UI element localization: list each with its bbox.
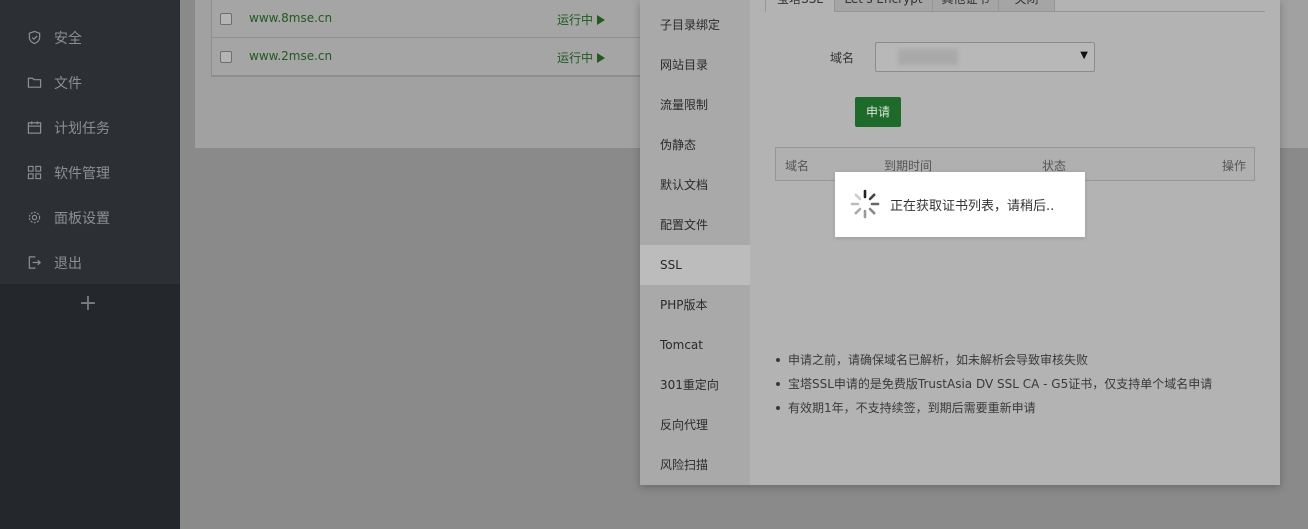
nav-item-reverse-proxy[interactable]: 反向代理 [640,405,750,445]
tab-bt-ssl[interactable]: 宝塔SSL [765,0,835,12]
domain-label: 域名 [830,51,855,65]
apply-button[interactable]: 申请 [855,97,901,127]
play-icon [597,53,606,63]
play-icon [597,15,606,25]
dialog-nav: 子目录绑定 网站目录 流量限制 伪静态 默认文档 配置文件 SSL PHP版本 … [640,0,750,485]
nav-item-risk-scan[interactable]: 风险扫描 [640,445,750,485]
sidebar-item-label: 计划任务 [54,120,110,137]
status-indicator[interactable]: 运行中 [557,11,606,28]
nav-item-traffic-limit[interactable]: 流量限制 [640,85,750,125]
site-settings-dialog: 子目录绑定 网站目录 流量限制 伪静态 默认文档 配置文件 SSL PHP版本 … [640,0,1280,485]
site-table: www.8mse.cn 运行中 www.2mse.cn 运行中 [211,0,651,77]
nav-item-subdir-binding[interactable]: 子目录绑定 [640,5,750,45]
shield-icon [26,30,42,46]
sidebar-item-software[interactable]: 软件管理 [0,150,180,195]
column-header-domain: 域名 [785,159,810,173]
table-row: www.2mse.cn 运行中 [212,38,650,76]
row-checkbox[interactable] [220,13,232,25]
sidebar-item-settings[interactable]: 面板设置 [0,195,180,240]
domain-select[interactable]: ▼ [875,42,1095,72]
logout-icon [26,255,42,271]
caret-down-icon: ▼ [1080,50,1088,61]
spinner-icon [850,189,880,219]
row-checkbox[interactable] [220,51,232,63]
sidebar-footer [0,284,180,529]
status-indicator[interactable]: 运行中 [557,49,606,66]
tab-other-cert[interactable]: 其他证书 [932,0,999,12]
nav-item-rewrite[interactable]: 伪静态 [640,125,750,165]
nav-item-site-dir[interactable]: 网站目录 [640,45,750,85]
gear-icon [26,210,42,226]
sidebar-item-cron[interactable]: 计划任务 [0,105,180,150]
sidebar-item-label: 退出 [54,255,82,272]
sidebar-item-files[interactable]: 文件 [0,60,180,105]
tip-item: 申请之前，请确保域名已解析，如未解析会导致审核失败 [775,350,1255,374]
tab-close-ssl[interactable]: 关闭 [998,0,1055,12]
tips-list: 申请之前，请确保域名已解析，如未解析会导致审核失败 宝塔SSL申请的是免费版Tr… [775,350,1255,422]
table-row: www.8mse.cn 运行中 [212,0,650,38]
sidebar-item-logout[interactable]: 退出 [0,240,180,285]
loading-toast: 正在获取证书列表，请稍后.. [835,172,1085,237]
sidebar-item-label: 安全 [54,30,82,47]
status-label: 运行中 [557,51,594,65]
tab-lets-encrypt[interactable]: Let's Encrypt [834,0,933,12]
sidebar-item-security[interactable]: 安全 [0,15,180,60]
nav-item-default-doc[interactable]: 默认文档 [640,165,750,205]
nav-item-tomcat[interactable]: Tomcat [640,325,750,365]
tip-item: 有效期1年，不支持续签，到期后需要重新申请 [775,398,1255,422]
calendar-icon [26,120,42,136]
ssl-tabs: 宝塔SSL Let's Encrypt 其他证书 关闭 [765,0,1265,12]
sidebar: 安全 文件 计划任务 软件管理 面板设置 退出 + [0,0,180,529]
add-icon[interactable]: + [78,292,98,316]
grid-icon [26,165,42,181]
nav-item-php-version[interactable]: PHP版本 [640,285,750,325]
folder-icon [26,75,42,91]
sidebar-item-label: 文件 [54,75,82,92]
nav-item-ssl[interactable]: SSL [640,245,750,285]
status-label: 运行中 [557,13,594,27]
sidebar-item-label: 面板设置 [54,210,110,227]
nav-item-redirect[interactable]: 301重定向 [640,365,750,405]
tip-item: 宝塔SSL申请的是免费版TrustAsia DV SSL CA - G5证书，仅… [775,374,1255,398]
sidebar-item-label: 软件管理 [54,165,110,182]
site-name-link[interactable]: www.2mse.cn [249,49,332,63]
nav-item-config-file[interactable]: 配置文件 [640,205,750,245]
site-name-link[interactable]: www.8mse.cn [249,11,332,25]
loading-text: 正在获取证书列表，请稍后.. [890,199,1055,214]
domain-select-value [898,49,958,65]
column-header-actions: 操作 [1221,159,1246,173]
